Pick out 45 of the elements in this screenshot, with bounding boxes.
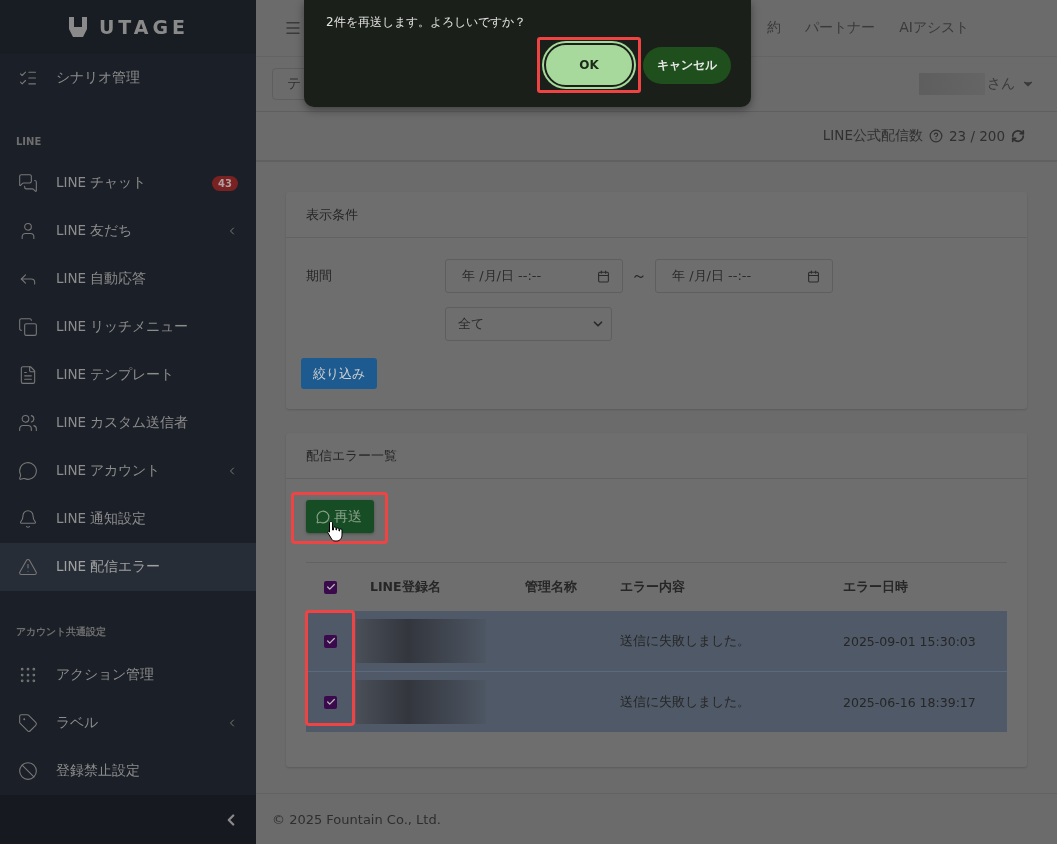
warning-icon — [18, 557, 38, 578]
count-badge: 43 — [212, 175, 238, 191]
tag-icon — [18, 713, 38, 734]
refresh-icon[interactable] — [1011, 129, 1025, 143]
calendar-icon — [807, 269, 820, 283]
copy-icon — [18, 317, 38, 338]
table-cell-text: 2025-06-16 18:39:17 — [842, 694, 977, 710]
column-header: 管理名称 — [524, 578, 578, 596]
logo-icon — [66, 15, 89, 40]
checkbox[interactable] — [324, 695, 337, 709]
people-icon — [18, 413, 38, 434]
speech-bubble-icon — [18, 461, 38, 482]
sidebar-item[interactable]: LINE 配信エラー — [0, 543, 256, 592]
ban-icon — [18, 761, 38, 782]
checkbox[interactable] — [324, 634, 337, 648]
checkbox[interactable] — [324, 580, 337, 594]
copyright: © 2025 Fountain Co., Ltd. — [272, 811, 441, 827]
column-header: エラー内容 — [619, 578, 686, 596]
column-header: LINE登録名 — [369, 578, 442, 596]
table-cell-text: 送信に失敗しました。 — [619, 693, 751, 711]
stat-label: LINE公式配信数 — [822, 127, 923, 145]
cancel-button[interactable]: キャンセル — [643, 46, 731, 84]
help-icon[interactable] — [928, 129, 943, 143]
stat-value: 23 / 200 — [948, 128, 1005, 144]
filter-button[interactable]: 絞り込み — [301, 358, 377, 389]
logo-text: UTAGE — [98, 16, 190, 39]
dialog-message: 2件を再送します。よろしいですか？ — [326, 14, 527, 31]
field-label: 期間 — [306, 267, 333, 285]
calendar-icon — [597, 269, 610, 283]
sidebar-heading: アカウント共通設定 — [15, 625, 107, 640]
speech-bubble-icon — [316, 509, 330, 524]
column-header: エラー日時 — [842, 578, 909, 596]
date-field[interactable]: 年 /月/日 --:-- — [655, 259, 833, 293]
resend-button[interactable]: 再送 — [306, 500, 374, 533]
card-title: 表示条件 — [306, 205, 358, 224]
document-icon — [18, 365, 38, 386]
sidebar-heading: LINE — [15, 135, 43, 150]
table-cell-text: 送信に失敗しました。 — [619, 632, 751, 650]
range-separator: ～ — [631, 265, 647, 287]
ok-button[interactable]: OK — [544, 43, 634, 87]
select-field[interactable]: 全て — [445, 307, 612, 341]
bell-icon — [18, 509, 38, 530]
chat-bubbles-icon — [18, 173, 38, 194]
table-cell-text: 2025-09-01 15:30:03 — [842, 633, 977, 649]
date-field[interactable]: 年 /月/日 --:-- — [445, 259, 623, 293]
